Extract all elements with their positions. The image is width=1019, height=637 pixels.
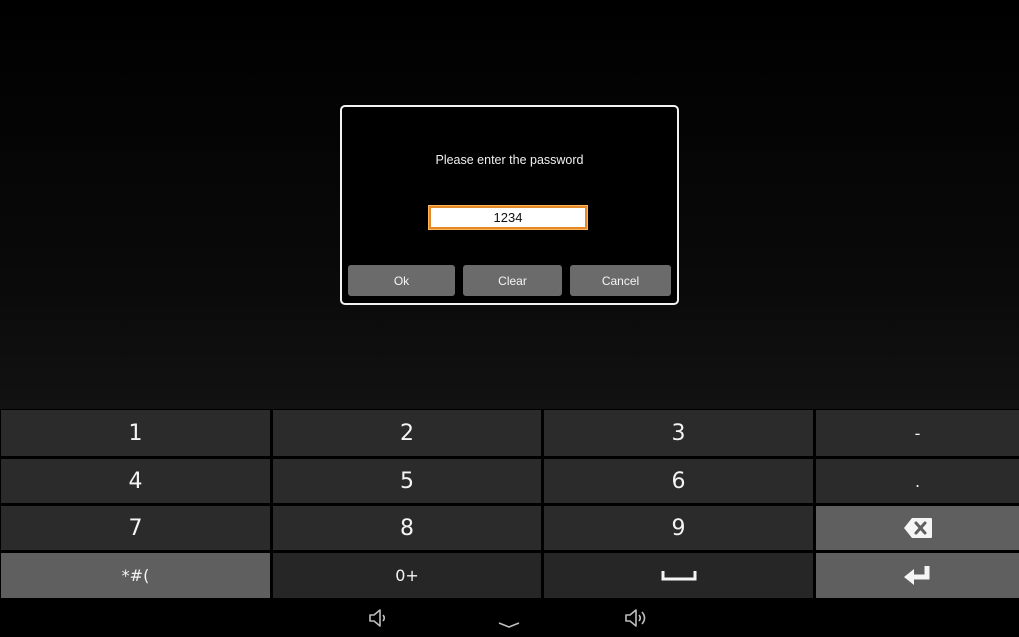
ok-button[interactable]: Ok	[348, 265, 455, 296]
key-7[interactable]: 7	[1, 506, 270, 550]
space-key[interactable]	[544, 553, 813, 598]
key-5[interactable]: 5	[273, 459, 541, 503]
key-4[interactable]: 4	[1, 459, 270, 503]
dialog-title: Please enter the password	[435, 153, 584, 167]
key-9[interactable]: 9	[544, 506, 813, 550]
clear-button[interactable]: Clear	[463, 265, 562, 296]
key-minus[interactable]: -	[816, 410, 1019, 456]
chevron-down-icon[interactable]	[496, 606, 522, 630]
navigation-bar	[0, 599, 1019, 637]
password-dialog: Please enter the password Ok Clear Cance…	[340, 105, 679, 305]
key-period[interactable]: .	[816, 459, 1019, 503]
key-8[interactable]: 8	[273, 506, 541, 550]
password-input[interactable]	[429, 206, 587, 229]
volume-down-icon[interactable]	[366, 606, 392, 630]
zero-plus-key[interactable]: 0+	[273, 553, 541, 598]
space-bar-icon	[661, 570, 696, 580]
volume-up-icon[interactable]	[623, 606, 649, 630]
key-2[interactable]: 2	[273, 410, 541, 456]
backspace-icon	[903, 518, 932, 538]
enter-key[interactable]	[816, 553, 1019, 598]
screen: Please enter the password Ok Clear Cance…	[0, 0, 1019, 637]
backspace-key[interactable]	[816, 506, 1019, 550]
key-1[interactable]: 1	[1, 410, 270, 456]
numeric-keyboard: 1 2 3 - 4 5 6 . 7 8 9 *#( 0+	[0, 409, 1019, 599]
key-3[interactable]: 3	[544, 410, 813, 456]
key-6[interactable]: 6	[544, 459, 813, 503]
cancel-button[interactable]: Cancel	[570, 265, 671, 296]
symbols-key[interactable]: *#(	[1, 553, 270, 598]
enter-icon	[903, 565, 929, 585]
